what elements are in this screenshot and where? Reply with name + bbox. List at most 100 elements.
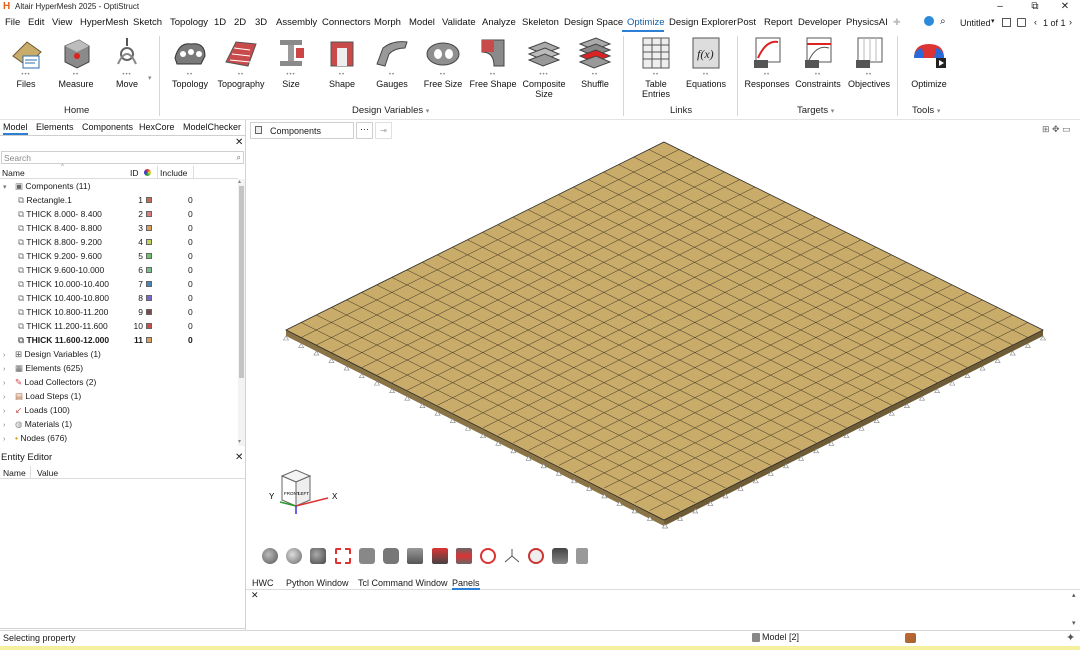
mesh-plate[interactable]	[246, 140, 1080, 572]
component-row[interactable]: ⧉ THICK 10.400-10.800 8 0	[0, 291, 238, 305]
section-cut-icon[interactable]	[456, 548, 472, 564]
component-row[interactable]: ⧉ THICK 10.800-11.200 9 0	[0, 305, 238, 319]
tree-node[interactable]: › ✎ Load Collectors (2)	[0, 375, 238, 389]
tab-hwc[interactable]: HWC	[252, 578, 274, 588]
group-caret-icon[interactable]: ▾	[426, 108, 430, 115]
graphics-viewport[interactable]	[246, 140, 1080, 572]
expand-icon[interactable]: ›	[3, 380, 15, 387]
maximize-button[interactable]: ⧉	[1022, 0, 1048, 14]
measure-button[interactable]: •• Measure	[50, 34, 102, 89]
shape-button[interactable]: •• Shape	[316, 34, 368, 89]
entity-display-icon[interactable]	[552, 548, 568, 564]
shuffle-button[interactable]: •• Shuffle	[569, 34, 621, 89]
component-row[interactable]: ⧉ THICK 9.200- 9.600 5 0	[0, 249, 238, 263]
scroll-down-icon[interactable]: ▾	[238, 438, 241, 445]
component-row[interactable]: ⧉ THICK 10.000-10.400 7 0	[0, 277, 238, 291]
tree-node[interactable]: › ▤ Load Steps (1)	[0, 389, 238, 403]
rotate-view-icon[interactable]	[262, 548, 278, 564]
expand-icon[interactable]: ›	[3, 352, 15, 359]
close-icon[interactable]: ✕	[251, 590, 259, 601]
expand-icon[interactable]: ›	[3, 366, 15, 373]
scroll-up-icon[interactable]: ▴	[238, 178, 241, 185]
add-menu-icon[interactable]: ✚	[893, 17, 901, 28]
search-icon[interactable]: ⌕	[940, 16, 946, 27]
page-next-icon[interactable]: ›	[1069, 17, 1072, 27]
clip-icon[interactable]	[480, 548, 496, 564]
move-button[interactable]: ••• Move	[101, 34, 153, 89]
tree-node-components[interactable]: ▾ ▣ Components (11)	[0, 179, 238, 193]
component-row[interactable]: ⧉ THICK 8.000- 8.400 2 0	[0, 207, 238, 221]
gauges-button[interactable]: •• Gauges	[366, 34, 418, 89]
isolate-icon[interactable]	[359, 548, 375, 564]
col-id[interactable]: ID	[130, 168, 139, 178]
close-icon[interactable]: ✕	[235, 137, 243, 148]
composite-size-button[interactable]: ••• Composite Size	[518, 34, 570, 99]
component-row[interactable]: ⧉ THICK 11.600-12.000 11 0	[0, 333, 238, 347]
color-swatch[interactable]	[146, 239, 152, 245]
page-icon[interactable]	[1017, 18, 1026, 27]
minimize-button[interactable]: –	[987, 0, 1013, 14]
component-row[interactable]: ⧉ THICK 8.800- 9.200 4 0	[0, 235, 238, 249]
tree-node[interactable]: › ↙ Loads (100)	[0, 403, 238, 417]
hide-icon[interactable]	[383, 548, 399, 564]
constraints-button[interactable]: •• Constraints	[792, 34, 844, 89]
color-swatch[interactable]	[146, 337, 152, 343]
shaded-view-icon[interactable]	[310, 548, 326, 564]
expand-icon[interactable]: ›	[3, 422, 15, 429]
session-dropdown[interactable]: Untitled	[960, 18, 991, 28]
close-button[interactable]: ✕	[1052, 0, 1078, 14]
tab-python-window[interactable]: Python Window	[286, 578, 349, 588]
tab-modelchecker[interactable]: ModelChecker	[183, 122, 241, 132]
group-caret-icon[interactable]: ▾	[831, 108, 835, 115]
tab-elements[interactable]: Elements	[36, 122, 74, 132]
more-options-button[interactable]: ···	[356, 122, 373, 139]
col-name[interactable]: Name	[2, 168, 25, 178]
tree-node[interactable]: › ▦ Elements (625)	[0, 361, 238, 375]
tab-panels[interactable]: Panels	[452, 578, 480, 590]
axis-triad-icon[interactable]	[504, 548, 520, 564]
tree-node[interactable]: › ◍ Materials (1)	[0, 417, 238, 431]
lock-icon[interactable]	[576, 548, 588, 564]
tab-components-view[interactable]: Components	[250, 122, 354, 139]
tab-components[interactable]: Components	[82, 122, 133, 132]
expand-icon[interactable]: ›	[3, 436, 15, 443]
color-swatch[interactable]	[146, 225, 152, 231]
color-swatch[interactable]	[146, 253, 152, 259]
tab-model[interactable]: Model	[3, 122, 28, 135]
solver-icon[interactable]	[905, 633, 916, 643]
group-caret-icon[interactable]: ▾	[937, 108, 941, 115]
tree-scroll-thumb[interactable]	[239, 186, 244, 378]
find-icon[interactable]	[528, 548, 544, 564]
help-icon[interactable]	[924, 16, 934, 26]
session-caret-icon[interactable]: ▾	[991, 17, 995, 25]
tab-tcl-command-window[interactable]: Tcl Command Window	[358, 578, 448, 588]
col-include[interactable]: Include	[160, 168, 187, 178]
expand-icon[interactable]: ›	[3, 394, 15, 401]
topography-button[interactable]: •• Topography	[215, 34, 267, 89]
search-input[interactable]: Search ⌕	[1, 151, 244, 164]
responses-button[interactable]: •• Responses	[741, 34, 793, 89]
tab-hexcore[interactable]: HexCore	[139, 122, 175, 132]
color-swatch[interactable]	[146, 267, 152, 273]
window-icon[interactable]	[1002, 18, 1011, 27]
select-box-icon[interactable]	[335, 548, 351, 564]
close-icon[interactable]: ✕	[235, 452, 243, 463]
topology-button[interactable]: •• Topology	[164, 34, 216, 89]
color-swatch[interactable]	[146, 281, 152, 287]
viewport-layout-icons[interactable]: ⊞ ✥ ▭	[1042, 124, 1071, 135]
optimize-button[interactable]: Optimize	[903, 34, 955, 89]
color-swatch[interactable]	[146, 295, 152, 301]
page-prev-icon[interactable]: ‹	[1034, 17, 1037, 27]
table-entries-button[interactable]: •• Table Entries	[630, 34, 682, 99]
files-button[interactable]: ••• Files	[0, 34, 52, 89]
show-icon[interactable]	[432, 548, 448, 564]
panel-scroll-down-icon[interactable]: ▾	[1072, 619, 1076, 627]
tree-node[interactable]: › • Nodes (676)	[0, 431, 238, 445]
color-swatch[interactable]	[146, 323, 152, 329]
color-swatch[interactable]	[146, 197, 152, 203]
mask-icon[interactable]	[407, 548, 423, 564]
expand-icon[interactable]: ›	[3, 408, 15, 415]
component-row[interactable]: ⧉ THICK 11.200-11.600 10 0	[0, 319, 238, 333]
panel-scroll-up-icon[interactable]: ▴	[1072, 591, 1076, 599]
collapse-icon[interactable]: ▾	[3, 183, 15, 191]
